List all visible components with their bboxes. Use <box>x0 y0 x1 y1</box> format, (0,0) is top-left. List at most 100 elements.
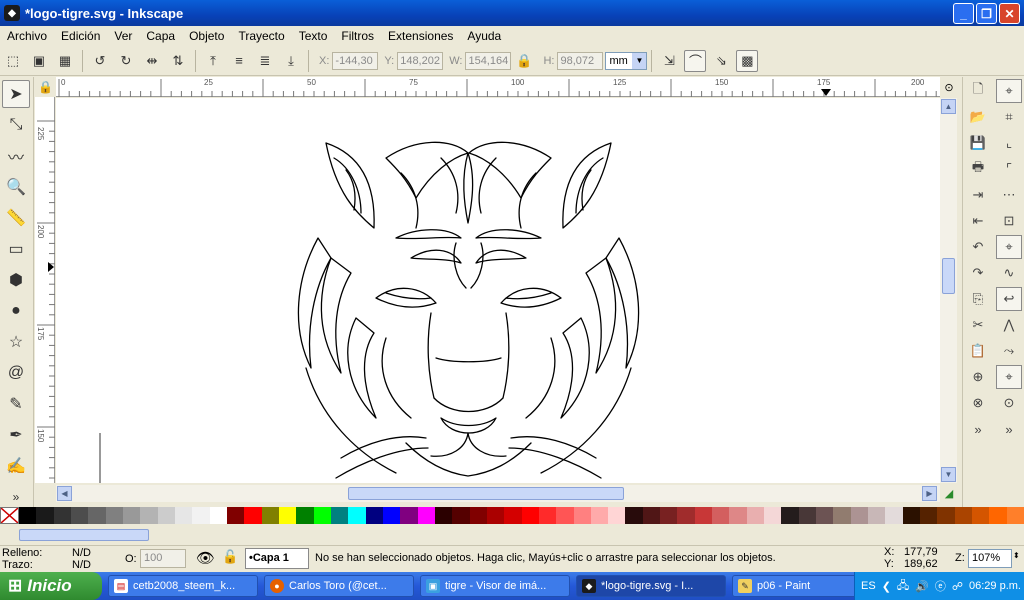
menu-objeto[interactable]: Objeto <box>182 29 231 43</box>
y-field[interactable]: 148,202 <box>397 51 444 70</box>
color-swatch[interactable] <box>885 507 903 524</box>
connection-icon[interactable]: ☍ <box>952 580 963 593</box>
ellipse-tool-icon[interactable]: ● <box>2 297 30 325</box>
raise-to-top-icon[interactable]: ⤒ <box>202 50 224 72</box>
color-swatch[interactable] <box>677 507 695 524</box>
horizontal-ruler[interactable]: 0 25 50 75 100 125 150 175 200 <box>56 77 940 97</box>
minimize-button[interactable]: _ <box>953 3 974 24</box>
color-swatch[interactable] <box>504 507 522 524</box>
import-icon[interactable]: ⇥ <box>965 183 991 207</box>
color-swatch[interactable] <box>400 507 418 524</box>
no-color-swatch[interactable] <box>0 507 19 524</box>
close-button[interactable]: ✕ <box>999 3 1020 24</box>
menu-ayuda[interactable]: Ayuda <box>460 29 508 43</box>
color-swatch[interactable] <box>694 507 713 524</box>
snap-object-centers-icon[interactable]: ⊙ <box>996 391 1022 415</box>
color-swatch[interactable] <box>660 507 678 524</box>
menu-ver[interactable]: Ver <box>107 29 139 43</box>
palette-scrollbar[interactable] <box>0 527 1024 544</box>
color-swatch[interactable] <box>816 507 834 524</box>
color-swatch[interactable] <box>712 507 730 524</box>
color-swatch[interactable] <box>798 507 817 524</box>
color-swatch[interactable] <box>105 507 123 524</box>
snap-bbox-edges-icon[interactable]: ⌞ <box>996 131 1022 155</box>
color-swatch[interactable] <box>365 507 383 524</box>
snap-midpoints-icon[interactable]: ⌖ <box>996 365 1022 389</box>
menu-edicion[interactable]: Edición <box>54 29 107 43</box>
vertical-ruler[interactable]: 225 200 175 150 <box>35 97 55 483</box>
color-swatch[interactable] <box>972 507 990 524</box>
selector-tool-icon[interactable]: ➤ <box>2 80 30 108</box>
color-swatch[interactable] <box>746 507 765 524</box>
horizontal-scroll-thumb[interactable] <box>348 487 624 500</box>
layer-lock-icon[interactable]: 🔓 <box>222 549 238 565</box>
snap-intersections-icon[interactable]: ↩ <box>996 287 1022 311</box>
color-swatch[interactable] <box>833 507 851 524</box>
horizontal-scrollbar[interactable]: ◀ ▶ <box>56 485 940 502</box>
color-swatch[interactable] <box>226 507 245 524</box>
menu-capa[interactable]: Capa <box>139 29 182 43</box>
layer-selector[interactable]: •Capa 1 <box>245 548 309 569</box>
raise-icon[interactable]: ≡ <box>228 50 250 72</box>
color-swatch[interactable] <box>452 507 470 524</box>
zoom-spinner-icon[interactable]: ⬍ <box>1013 551 1020 560</box>
rotate-ccw-icon[interactable]: ↺ <box>89 50 111 72</box>
color-swatch[interactable] <box>382 507 401 524</box>
cut-icon[interactable]: ✂ <box>965 313 991 337</box>
color-swatch[interactable] <box>469 507 487 524</box>
scroll-up-icon[interactable]: ▲ <box>941 99 956 114</box>
color-swatch[interactable] <box>538 507 557 524</box>
lock-guides-icon[interactable]: 🔒 <box>35 77 56 97</box>
transform-gradients-icon[interactable]: ⇘ <box>710 50 732 72</box>
color-managed-icon[interactable]: ◢ <box>940 485 958 502</box>
snap-bbox-corners-icon[interactable]: ⌜ <box>996 157 1022 181</box>
start-button[interactable]: ⊞ Inicio <box>0 572 102 600</box>
color-swatch[interactable] <box>192 507 210 524</box>
color-swatch[interactable] <box>764 507 782 524</box>
redo-icon[interactable]: ↷ <box>965 261 991 285</box>
color-swatch[interactable] <box>330 507 349 524</box>
lock-icon[interactable]: 🔒 <box>513 50 535 72</box>
color-swatch[interactable] <box>954 507 973 524</box>
zoom-tool-icon[interactable]: 🔍 <box>2 173 30 201</box>
color-swatch[interactable] <box>174 507 193 524</box>
color-swatch[interactable] <box>556 507 574 524</box>
drawing-canvas[interactable] <box>56 98 940 483</box>
color-swatch[interactable] <box>642 507 661 524</box>
color-swatch[interactable] <box>1006 507 1024 524</box>
network-icon[interactable]: 🖧 <box>897 577 909 596</box>
paste-icon[interactable]: 📋 <box>965 339 991 363</box>
select-all-layers-icon[interactable]: ▣ <box>28 50 50 72</box>
color-swatch[interactable] <box>348 507 366 524</box>
snap-cusp-nodes-icon[interactable]: ⋀ <box>996 313 1022 337</box>
color-swatch[interactable] <box>209 507 227 524</box>
color-swatch[interactable] <box>313 507 331 524</box>
spiral-tool-icon[interactable]: @ <box>2 359 30 387</box>
color-swatch[interactable] <box>590 507 609 524</box>
color-swatch[interactable] <box>729 507 747 524</box>
flip-horizontal-icon[interactable]: ⇹ <box>141 50 163 72</box>
snap-paths-icon[interactable]: ∿ <box>996 261 1022 285</box>
color-swatch[interactable] <box>122 507 141 524</box>
measure-tool-icon[interactable]: 📏 <box>2 204 30 232</box>
color-swatch[interactable] <box>850 507 869 524</box>
color-swatch[interactable] <box>278 507 297 524</box>
color-swatch[interactable] <box>53 507 71 524</box>
color-swatch[interactable] <box>625 507 643 524</box>
color-swatch[interactable] <box>157 507 175 524</box>
calligraphy-tool-icon[interactable]: ✍ <box>2 452 30 480</box>
menu-extensiones[interactable]: Extensiones <box>381 29 460 43</box>
deselect-icon[interactable]: ▦ <box>54 50 76 72</box>
task-image-viewer[interactable]: ▣ tigre - Visor de imá... <box>420 575 570 597</box>
task-firefox[interactable]: ● Carlos Toro (@cet... <box>264 575 414 597</box>
color-swatch[interactable] <box>486 507 505 524</box>
scale-stroke-icon[interactable]: ⇲ <box>658 50 680 72</box>
color-swatch[interactable] <box>989 507 1007 524</box>
open-icon[interactable]: 📂 <box>965 105 991 129</box>
menu-trayecto[interactable]: Trayecto <box>231 29 291 43</box>
maximize-button[interactable]: ❐ <box>976 3 997 24</box>
tray-expand-icon[interactable]: ❮ <box>882 580 891 593</box>
3d-box-tool-icon[interactable]: ⬢ <box>2 266 30 294</box>
palette-scroll-thumb[interactable] <box>19 529 149 541</box>
ie-icon[interactable]: ⓔ <box>935 578 946 594</box>
